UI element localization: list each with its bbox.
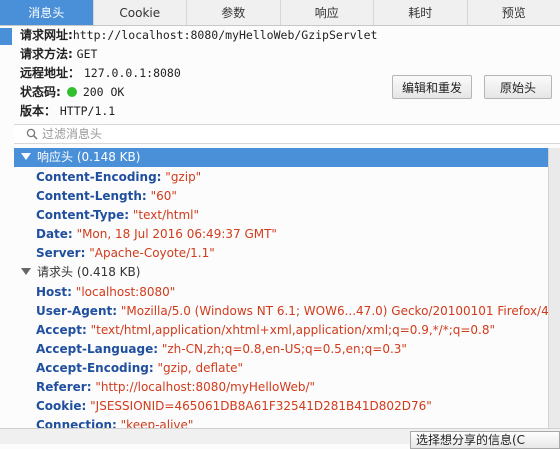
header-row[interactable]: User-Agent: "Mozilla/5.0 (Windows NT 6.1… <box>14 302 548 321</box>
header-row[interactable]: Host: "localhost:8080" <box>14 283 548 302</box>
status-label: 状态码: <box>20 85 61 99</box>
header-value: "http://localhost:8080/myHelloWeb/" <box>95 380 315 394</box>
header-value: "zh-CN,zh;q=0.8,en-US;q=0.5,en;q=0.3" <box>162 342 407 356</box>
selection-indicator <box>0 28 12 45</box>
header-value: "gzip" <box>165 170 201 184</box>
header-value: "Mozilla/5.0 (Windows NT 6.1; WOW6...47.… <box>121 304 548 318</box>
remote-value: 127.0.0.1:8080 <box>84 66 181 80</box>
header-row[interactable]: Accept-Language: "zh-CN,zh;q=0.8,en-US;q… <box>14 340 548 359</box>
request-headers-section[interactable]: 请求头 (0.418 KB) <box>14 263 548 282</box>
response-headers-section[interactable]: 响应头 (0.148 KB) <box>14 148 548 167</box>
tab-response[interactable]: 响应 <box>281 0 375 25</box>
url-label: 请求网址: <box>20 28 73 42</box>
header-name: Referer: <box>36 380 92 394</box>
search-icon <box>26 128 38 140</box>
header-value: "JSESSIONID=465061DB8A61F32541D281B41D80… <box>90 399 432 413</box>
version-label: 版本： <box>20 104 56 118</box>
header-row[interactable]: Accept-Encoding: "gzip, deflate" <box>14 359 548 378</box>
remote-label: 远程地址： <box>20 66 80 80</box>
expand-triangle-icon <box>21 268 31 275</box>
status-value: 200 OK <box>83 85 125 99</box>
header-row[interactable]: Referer: "http://localhost:8080/myHelloW… <box>14 378 548 397</box>
header-row[interactable]: Content-Encoding: "gzip" <box>14 168 548 187</box>
status-row: 状态码: 200 OK <box>20 83 377 102</box>
header-name: Date: <box>36 227 73 241</box>
method-value: GET <box>77 47 98 61</box>
response-headers-list: Content-Encoding: "gzip"Content-Length: … <box>14 168 548 263</box>
header-row[interactable]: Accept: "text/html,application/xhtml+xml… <box>14 321 548 340</box>
header-name: Content-Encoding: <box>36 170 161 184</box>
header-value: "60" <box>151 189 177 203</box>
filter-bar <box>14 124 560 144</box>
tab-cookie[interactable]: Cookie <box>94 0 188 25</box>
header-name: Accept-Language: <box>36 342 158 356</box>
header-value: "text/html" <box>133 208 199 222</box>
header-name: User-Agent: <box>36 304 117 318</box>
url-row: 请求网址:http://localhost:8080/myHelloWeb/Gz… <box>20 26 377 45</box>
header-value: "text/html,application/xhtml+xml,applica… <box>91 323 495 337</box>
header-row[interactable]: Server: "Apache-Coyote/1.1" <box>14 244 548 263</box>
request-headers-title: 请求头 (0.418 KB) <box>37 265 140 279</box>
expand-triangle-icon <box>21 153 31 160</box>
version-value: HTTP/1.1 <box>60 104 115 118</box>
share-info-button[interactable]: 选择想分享的信息(C <box>410 431 560 449</box>
headers-panel: 响应头 (0.148 KB) Content-Encoding: "gzip"C… <box>14 148 548 444</box>
vertical-scrollbar[interactable] <box>548 148 560 428</box>
filter-headers-input[interactable] <box>42 126 542 142</box>
header-value: "Apache-Coyote/1.1" <box>89 246 215 260</box>
status-dot-icon <box>67 87 77 97</box>
header-row[interactable]: Cookie: "JSESSIONID=465061DB8A61F32541D2… <box>14 397 548 416</box>
url-value: http://localhost:8080/myHelloWeb/GzipSer… <box>73 28 378 42</box>
tab-preview[interactable]: 预览 <box>468 0 560 25</box>
raw-headers-button[interactable]: 原始头 <box>484 75 552 99</box>
tab-timings[interactable]: 耗时 <box>374 0 468 25</box>
header-row[interactable]: Content-Type: "text/html" <box>14 206 548 225</box>
header-name: Server: <box>36 246 85 260</box>
request-summary: 请求网址:http://localhost:8080/myHelloWeb/Gz… <box>20 26 377 121</box>
response-headers-title: 响应头 (0.148 KB) <box>37 150 140 164</box>
tab-params[interactable]: 参数 <box>187 0 281 25</box>
method-label: 请求方法: <box>20 47 73 61</box>
tab-headers[interactable]: 消息头 <box>0 0 94 25</box>
header-row[interactable]: Date: "Mon, 18 Jul 2016 06:49:37 GMT" <box>14 225 548 244</box>
method-row: 请求方法: GET <box>20 45 377 64</box>
tab-bar: 消息头 Cookie 参数 响应 耗时 预览 <box>0 0 560 26</box>
header-value: "localhost:8080" <box>76 285 176 299</box>
remote-row: 远程地址： 127.0.0.1:8080 <box>20 64 377 83</box>
header-name: Accept-Encoding: <box>36 361 154 375</box>
header-row[interactable]: Content-Length: "60" <box>14 187 548 206</box>
edit-resend-button[interactable]: 编辑和重发 <box>392 75 472 99</box>
header-name: Content-Length: <box>36 189 147 203</box>
request-headers-list: Host: "localhost:8080"User-Agent: "Mozil… <box>14 283 548 435</box>
header-value: "gzip, deflate" <box>158 361 244 375</box>
header-name: Content-Type: <box>36 208 129 222</box>
version-row: 版本： HTTP/1.1 <box>20 102 377 121</box>
header-name: Cookie: <box>36 399 86 413</box>
header-name: Host: <box>36 285 72 299</box>
header-value: "Mon, 18 Jul 2016 06:49:37 GMT" <box>77 227 277 241</box>
header-name: Accept: <box>36 323 87 337</box>
